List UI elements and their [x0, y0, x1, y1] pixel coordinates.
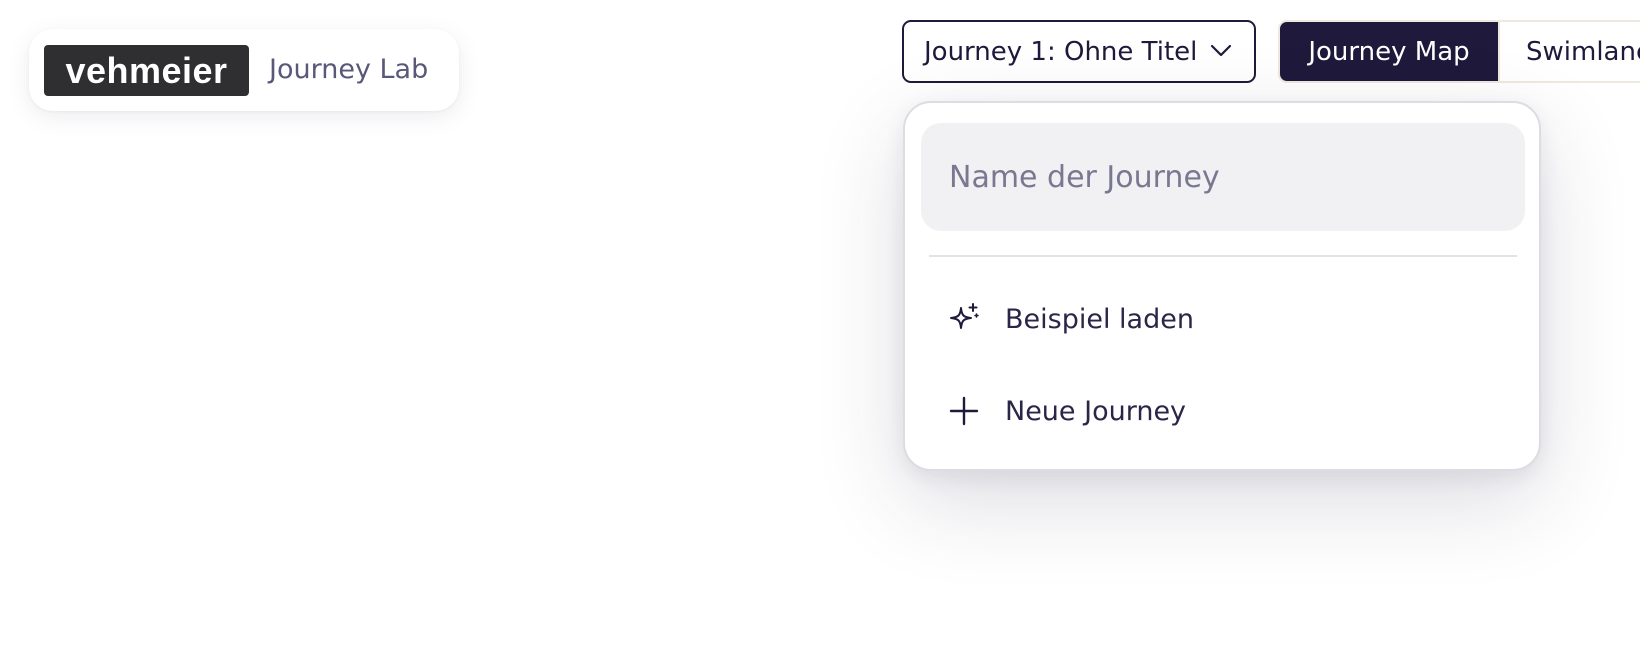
view-toggle: Journey Map Swimlane	[1278, 20, 1640, 83]
brand-badge[interactable]: vehmeier Journey Lab	[29, 29, 459, 111]
tab-journey-map[interactable]: Journey Map	[1280, 22, 1498, 81]
journey-select-button[interactable]: Journey 1: Ohne Titel	[902, 20, 1256, 83]
journey-dropdown-menu: Beispiel laden Neue Journey	[903, 101, 1541, 471]
new-journey-menu-item[interactable]: Neue Journey	[921, 373, 1525, 449]
journey-name-input[interactable]	[921, 123, 1525, 231]
company-logo: vehmeier	[44, 45, 249, 96]
app-name: Journey Lab	[269, 54, 429, 85]
plus-icon	[949, 396, 979, 426]
app-root: vehmeier Journey Lab Journey 1: Ohne Tit…	[0, 0, 1640, 660]
sparkle-icon	[950, 303, 979, 329]
journey-select-label: Journey 1: Ohne Titel	[924, 36, 1198, 67]
load-example-label: Beispiel laden	[1005, 303, 1194, 335]
menu-divider	[929, 255, 1517, 257]
tab-swimlane[interactable]: Swimlane	[1498, 22, 1640, 81]
load-example-menu-item[interactable]: Beispiel laden	[921, 281, 1525, 357]
chevron-down-icon	[1210, 44, 1232, 57]
new-journey-label: Neue Journey	[1005, 395, 1187, 427]
